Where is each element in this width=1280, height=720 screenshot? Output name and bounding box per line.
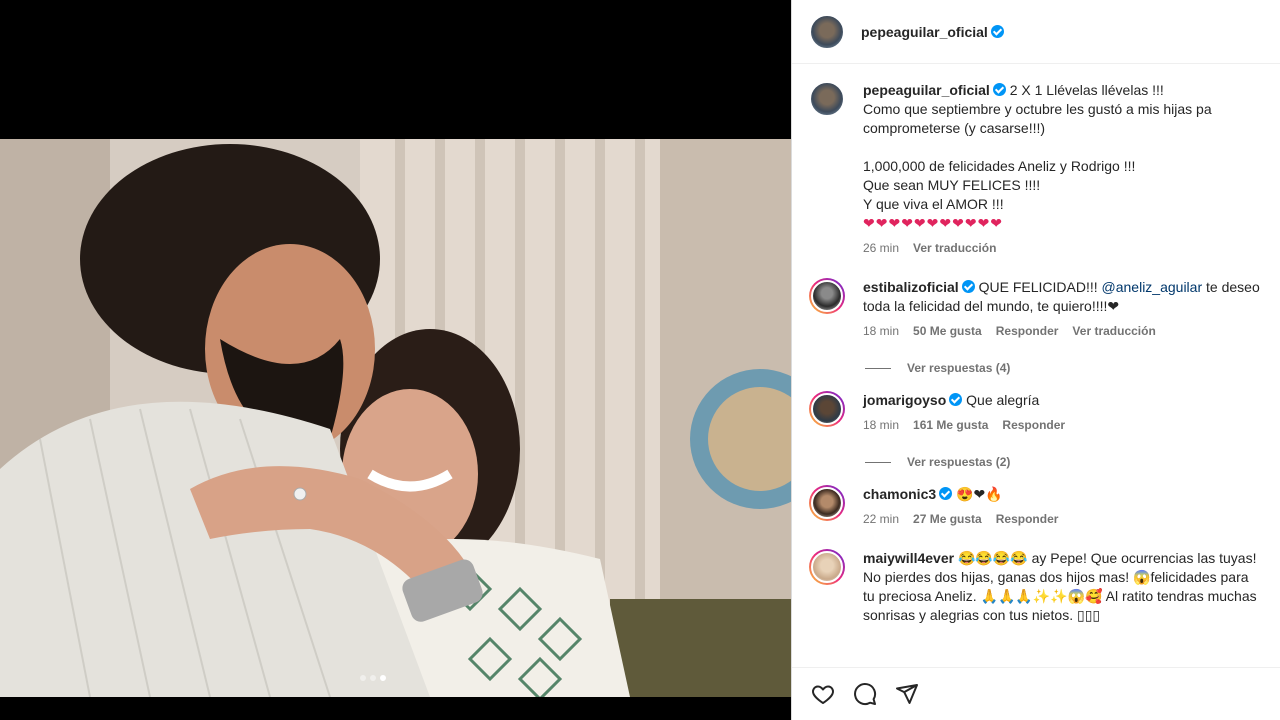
comment: estibalizoficial QUE FELICIDAD!!! @aneli… (809, 278, 1264, 341)
caption-time[interactable]: 26 min (863, 239, 899, 258)
view-replies-button[interactable]: Ver respuestas (2) (865, 455, 1264, 469)
comment: maiywill4ever 😂😂😂😂 ay Pepe! Que ocurrenc… (809, 549, 1264, 625)
comment-button[interactable] (851, 680, 879, 708)
caption-meta: 26 min Ver traducción (863, 239, 1264, 258)
post-header: pepeaguilar_oficial (792, 0, 1280, 64)
caption: pepeaguilar_oficial 2 X 1 Llévelas lléve… (809, 81, 1264, 258)
comment-likes[interactable]: 161 Me gusta (913, 416, 988, 435)
verified-badge-icon (990, 24, 1004, 38)
view-replies-label[interactable]: Ver respuestas (2) (907, 455, 1010, 469)
share-icon (896, 684, 918, 704)
post-actions-bar (792, 667, 1280, 720)
view-replies-button[interactable]: Ver respuestas (4) (865, 361, 1264, 375)
heart-icon (812, 685, 834, 704)
carousel-indicator (360, 675, 386, 681)
verified-badge-icon (949, 393, 963, 406)
caption-username[interactable]: pepeaguilar_oficial (863, 82, 990, 98)
comment-body: jomarigoyso Que alegría 18 min 161 Me gu… (863, 391, 1264, 435)
caption-hearts: ❤❤❤❤❤❤❤❤❤❤❤ (863, 215, 1004, 231)
caption-body: pepeaguilar_oficial 2 X 1 Llévelas lléve… (863, 81, 1264, 258)
comment-body: estibalizoficial QUE FELICIDAD!!! @aneli… (863, 278, 1264, 341)
carousel-dot (360, 675, 366, 681)
comment-time[interactable]: 18 min (863, 322, 899, 341)
author-avatar[interactable] (809, 13, 845, 50)
comment-username[interactable]: jomarigoyso (863, 392, 946, 408)
see-translation-button[interactable]: Ver traducción (1072, 322, 1155, 341)
comment-likes[interactable]: 50 Me gusta (913, 322, 982, 341)
mention-link[interactable]: @aneliz_aguilar (1102, 279, 1203, 295)
comment-avatar[interactable] (809, 278, 845, 314)
comment-time[interactable]: 22 min (863, 510, 899, 529)
comment: jomarigoyso Que alegría 18 min 161 Me gu… (809, 391, 1264, 435)
comment-body: maiywill4ever 😂😂😂😂 ay Pepe! Que ocurrenc… (863, 549, 1264, 625)
verified-badge-icon (992, 83, 1006, 96)
comment-text: Que alegría (966, 392, 1040, 408)
comment-username[interactable]: maiywill4ever (863, 550, 954, 566)
comment-username[interactable]: estibalizoficial (863, 279, 959, 295)
comments-list[interactable]: pepeaguilar_oficial 2 X 1 Llévelas lléve… (792, 65, 1280, 667)
reply-button[interactable]: Responder (996, 322, 1059, 341)
like-button[interactable] (809, 680, 837, 708)
comment-icon (854, 683, 877, 706)
replies-divider (865, 367, 891, 369)
post-side-panel: pepeaguilar_oficial pepeaguilar_oficial … (791, 0, 1280, 720)
caption-avatar[interactable] (809, 81, 845, 117)
comment-time[interactable]: 18 min (863, 416, 899, 435)
caption-text: 2 X 1 Llévelas llévelas !!! Como que sep… (863, 82, 1212, 212)
verified-badge-icon (939, 487, 953, 500)
reply-button[interactable]: Responder (1002, 416, 1065, 435)
see-translation-button[interactable]: Ver traducción (913, 239, 996, 258)
author-username-text[interactable]: pepeaguilar_oficial (861, 24, 988, 40)
comment-text: 😍❤🔥 (956, 486, 1003, 502)
view-replies-label[interactable]: Ver respuestas (4) (907, 361, 1010, 375)
comment-text: QUE FELICIDAD!!! (978, 279, 1102, 295)
comment-username[interactable]: chamonic3 (863, 486, 936, 502)
verified-badge-icon (961, 280, 975, 293)
author-username[interactable]: pepeaguilar_oficial (861, 24, 1004, 40)
replies-divider (865, 461, 891, 463)
post-photo[interactable] (0, 139, 791, 697)
couple-photo-illustration (0, 139, 791, 697)
carousel-dot (370, 675, 376, 681)
comment-avatar[interactable] (809, 391, 845, 427)
comment-meta: 18 min 161 Me gusta Responder (863, 416, 1264, 435)
comment: chamonic3 😍❤🔥 22 min 27 Me gusta Respond… (809, 485, 1264, 529)
comment-meta: 18 min 50 Me gusta Responder Ver traducc… (863, 322, 1264, 341)
share-button[interactable] (893, 680, 921, 708)
comment-avatar[interactable] (809, 485, 845, 521)
comment-body: chamonic3 😍❤🔥 22 min 27 Me gusta Respond… (863, 485, 1264, 529)
comment-avatar[interactable] (809, 549, 845, 585)
comment-likes[interactable]: 27 Me gusta (913, 510, 982, 529)
comment-meta: 22 min 27 Me gusta Responder (863, 510, 1264, 529)
reply-button[interactable]: Responder (996, 510, 1059, 529)
instagram-post-view: pepeaguilar_oficial pepeaguilar_oficial … (0, 0, 1280, 720)
carousel-dot-active (380, 675, 386, 681)
post-media (0, 0, 791, 720)
